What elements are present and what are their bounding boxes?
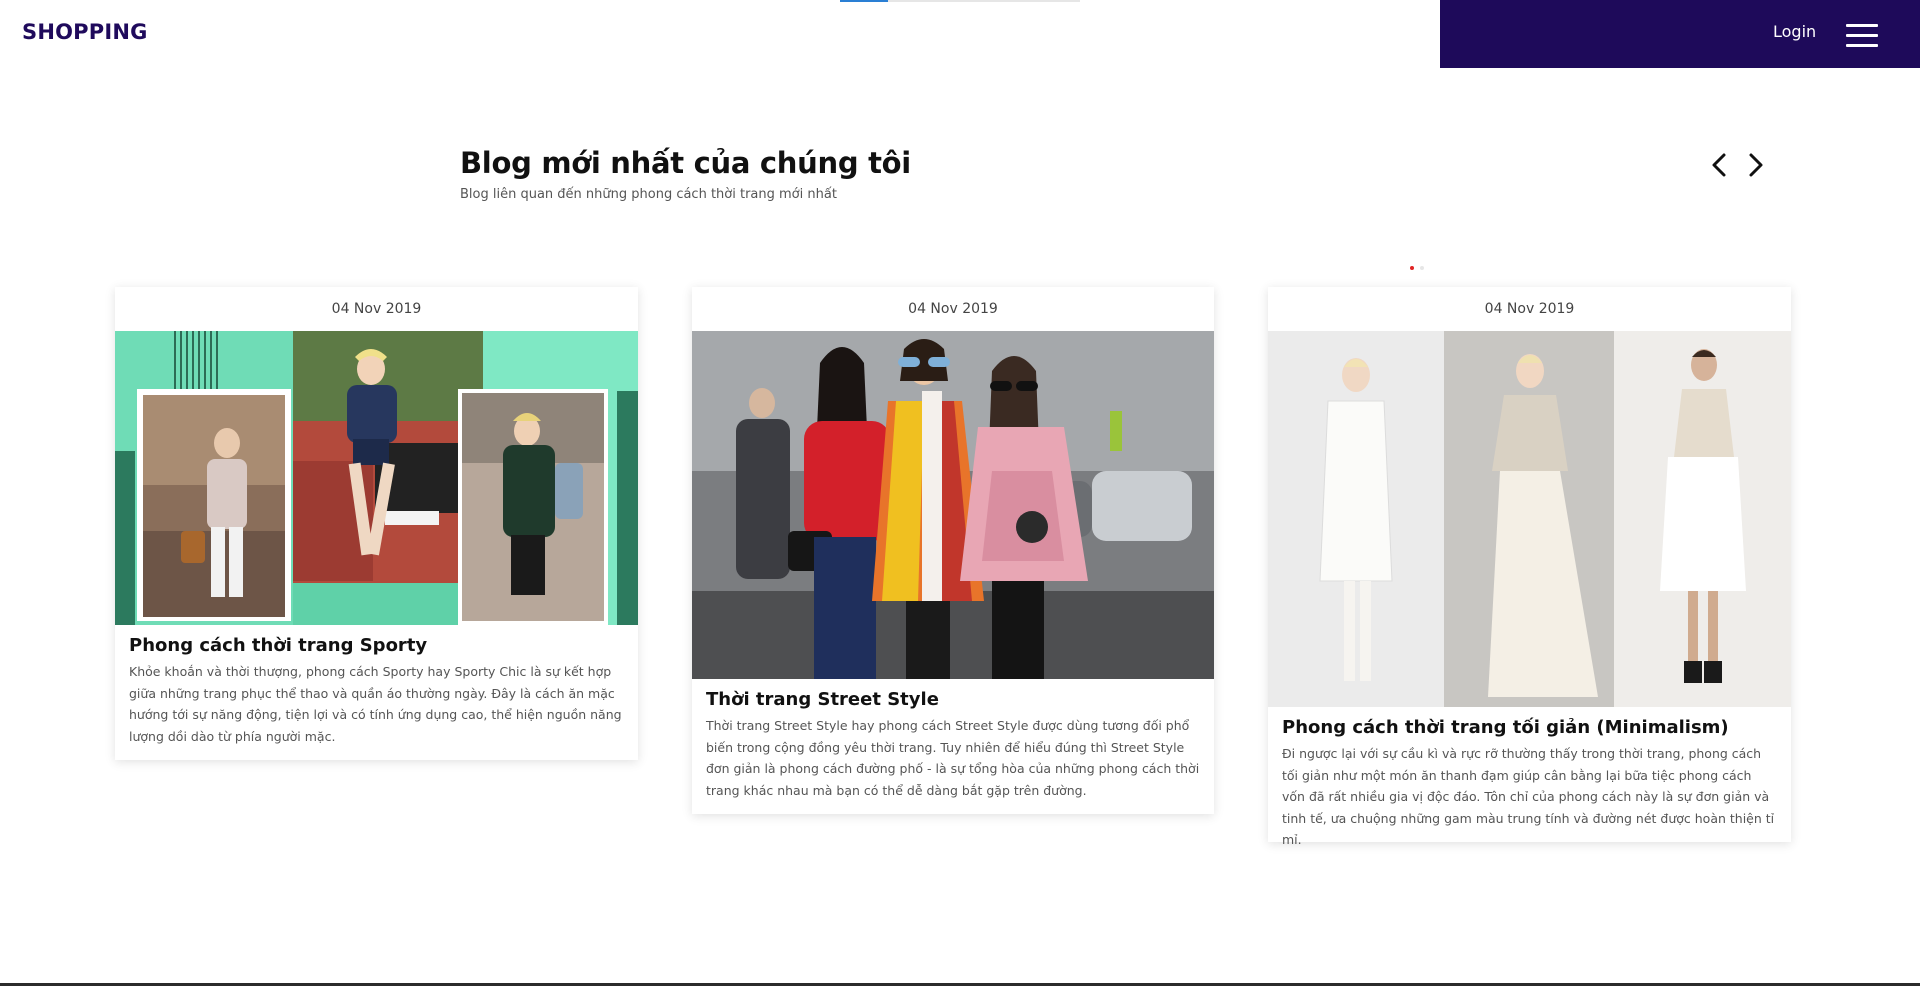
post-excerpt: Thời trang Street Style hay phong cách S… bbox=[706, 718, 1200, 798]
post-body: Thời trang Street Style Thời trang Stree… bbox=[692, 679, 1214, 815]
pagination-dot[interactable] bbox=[1420, 266, 1424, 270]
section-title: Blog mới nhất của chúng tôi bbox=[460, 146, 911, 180]
post-image-sporty[interactable] bbox=[115, 331, 638, 625]
post-date: 04 Nov 2019 bbox=[331, 301, 422, 317]
blog-card-sporty[interactable]: 04 Nov 2019 Phong cách thời trang Sporty… bbox=[115, 287, 638, 760]
page-progress-fill bbox=[840, 0, 888, 2]
login-link[interactable]: Login bbox=[1773, 22, 1816, 41]
post-title[interactable]: Phong cách thời trang Sporty bbox=[129, 635, 624, 657]
post-image-street-style[interactable] bbox=[692, 331, 1214, 679]
blog-card-street-style[interactable]: 04 Nov 2019 Thời trang Street Style Thời… bbox=[692, 287, 1214, 814]
site-logo[interactable]: SHOPPING bbox=[22, 20, 148, 44]
carousel-prev-button[interactable] bbox=[1709, 152, 1731, 178]
post-date: 04 Nov 2019 bbox=[908, 301, 998, 317]
post-excerpt: Khỏe khoắn và thời thượng, phong cách Sp… bbox=[129, 664, 622, 744]
post-title[interactable]: Thời trang Street Style bbox=[706, 689, 1200, 711]
page-progress-bar bbox=[840, 0, 1080, 2]
hamburger-bar bbox=[1846, 34, 1878, 37]
chevron-right-icon bbox=[1749, 153, 1763, 177]
post-image-minimalism[interactable] bbox=[1268, 331, 1791, 707]
post-title[interactable]: Phong cách thời trang tối giản (Minimali… bbox=[1282, 717, 1777, 739]
site-header: SHOPPING Login bbox=[0, 0, 1920, 68]
hamburger-bar bbox=[1846, 44, 1878, 47]
post-excerpt: Đi ngược lại với sự cầu kì và rực rỡ thư… bbox=[1282, 746, 1775, 847]
pagination-dot-active[interactable] bbox=[1410, 266, 1414, 270]
carousel-next-button[interactable] bbox=[1744, 152, 1766, 178]
post-body: Phong cách thời trang tối giản (Minimali… bbox=[1268, 707, 1791, 865]
hamburger-bar bbox=[1846, 24, 1878, 27]
section-subtitle: Blog liên quan đến những phong cách thời… bbox=[460, 187, 837, 202]
chevron-left-icon bbox=[1712, 153, 1726, 177]
post-body: Phong cách thời trang Sporty Khỏe khoắn … bbox=[115, 625, 638, 761]
post-date: 04 Nov 2019 bbox=[1484, 301, 1575, 317]
blog-card-minimalism[interactable]: 04 Nov 2019 Phong cách thời trang tối gi… bbox=[1268, 287, 1791, 847]
hamburger-menu-icon[interactable] bbox=[1846, 24, 1878, 48]
